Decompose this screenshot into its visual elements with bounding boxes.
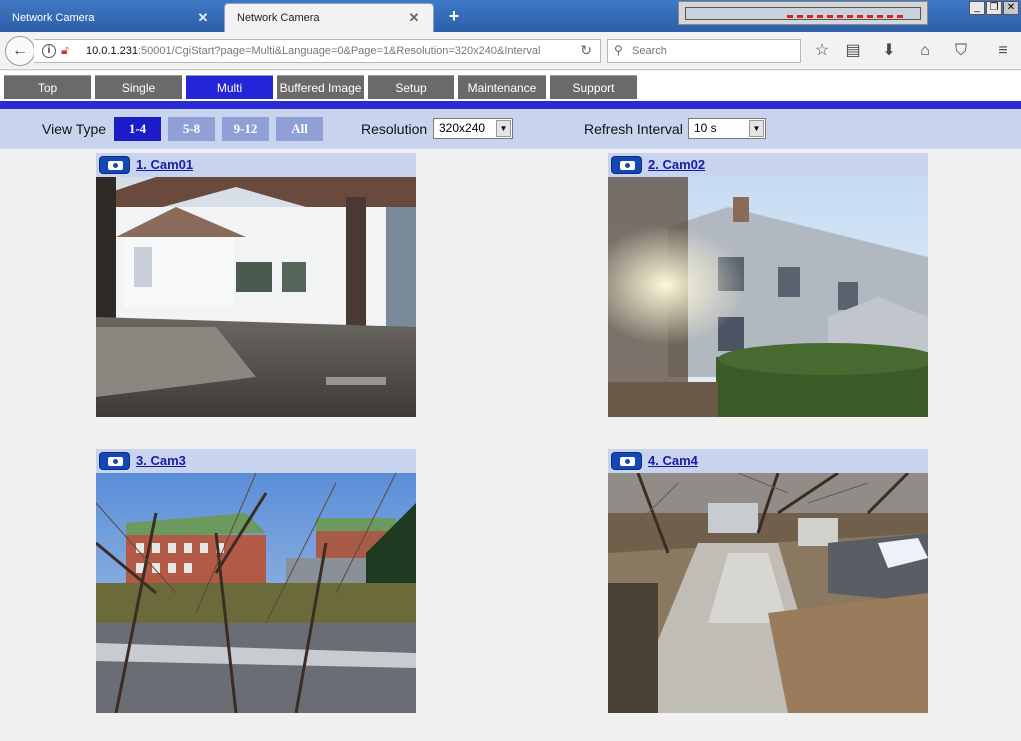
close-tab-icon[interactable]: ✕ <box>196 10 210 26</box>
camera-header: 1. Cam01 <box>96 153 416 177</box>
search-icon: ⚲ <box>614 43 623 57</box>
camera-header: 2. Cam02 <box>608 153 928 177</box>
url-host: 10.0.1.231 <box>86 45 138 57</box>
tab-setup[interactable]: Setup <box>368 75 454 99</box>
chevron-down-icon: ▼ <box>496 120 511 137</box>
tab-title: Network Camera <box>237 12 320 24</box>
close-tab-icon[interactable]: ✕ <box>407 10 421 26</box>
tab-single[interactable]: Single <box>95 75 182 99</box>
camera-icon[interactable] <box>611 156 642 174</box>
camera-link[interactable]: 4. Cam4 <box>648 453 698 468</box>
camera-feed-image[interactable] <box>96 177 416 417</box>
tab-maintenance[interactable]: Maintenance <box>458 75 546 99</box>
chevron-down-icon: ▼ <box>749 120 764 137</box>
view-type-9-12-button[interactable]: 9-12 <box>222 117 269 141</box>
overlay-field <box>685 7 921 20</box>
camera-panel-3: 3. Cam3 <box>96 449 416 713</box>
home-icon[interactable]: ⌂ <box>914 40 936 62</box>
camera-feed-image[interactable] <box>608 177 928 417</box>
resolution-value: 320x240 <box>439 121 486 135</box>
reload-icon[interactable]: ↻ <box>580 42 592 59</box>
resolution-select[interactable]: 320x240 ▼ <box>433 118 513 139</box>
url-text[interactable]: 10.0.1.231:50001/CgiStart?page=Multi&Lan… <box>86 45 566 57</box>
insecure-lock-icon[interactable]: 🔓︎ <box>61 43 69 58</box>
tab-multi[interactable]: Multi <box>186 75 273 99</box>
camera-panel-1: 1. Cam01 <box>96 153 416 417</box>
camera-feed-image[interactable] <box>96 473 416 713</box>
restore-icon[interactable]: ❐ <box>986 1 1002 15</box>
camera-header: 4. Cam4 <box>608 449 928 473</box>
camera-page: Top Single Multi Buffered Image Setup Ma… <box>0 71 1021 741</box>
library-icon[interactable]: ▤ <box>842 40 864 62</box>
refresh-interval-label: Refresh Interval <box>584 121 683 137</box>
main-menu: Top Single Multi Buffered Image Setup Ma… <box>0 71 1021 101</box>
camera-panel-2: 2. Cam02 <box>608 153 928 417</box>
menu-divider <box>0 101 1021 109</box>
search-bar[interactable]: ⚲ <box>607 39 801 63</box>
camera-panel-4: 4. Cam4 <box>608 449 928 713</box>
browser-tab[interactable]: Network Camera ✕ <box>0 3 222 32</box>
browser-tab-active[interactable]: Network Camera ✕ <box>224 3 434 32</box>
overlay-marks <box>787 15 907 18</box>
pocket-icon[interactable]: ⛉ <box>950 40 972 62</box>
new-tab-button[interactable]: + <box>444 6 464 26</box>
camera-icon[interactable] <box>99 156 130 174</box>
tab-title: Network Camera <box>12 11 95 24</box>
refresh-interval-select[interactable]: 10 s ▼ <box>688 118 766 139</box>
tab-top[interactable]: Top <box>4 75 91 99</box>
view-type-5-8-button[interactable]: 5-8 <box>168 117 215 141</box>
search-input[interactable] <box>632 43 792 59</box>
back-arrow-icon[interactable]: ← <box>5 36 35 66</box>
url-bar[interactable]: i 🔓︎ 10.0.1.231:50001/CgiStart?page=Mult… <box>34 39 601 63</box>
download-icon[interactable]: ⬇ <box>878 40 900 62</box>
hamburger-menu-icon[interactable]: ≡ <box>992 40 1014 62</box>
window-close-icon[interactable]: ✕ <box>1003 1 1019 15</box>
camera-link[interactable]: 2. Cam02 <box>648 157 705 172</box>
tab-buffered-image[interactable]: Buffered Image <box>277 75 364 99</box>
camera-icon[interactable] <box>99 452 130 470</box>
navigation-toolbar: ← i 🔓︎ 10.0.1.231:50001/CgiStart?page=Mu… <box>0 32 1021 70</box>
view-type-1-4-button[interactable]: 1-4 <box>114 117 161 141</box>
view-type-all-button[interactable]: All <box>276 117 323 141</box>
view-type-label: View Type <box>42 121 107 137</box>
browser-tab-strip: Network Camera ✕ Network Camera ✕ + _ ❐ … <box>0 0 1021 32</box>
info-icon[interactable]: i <box>42 44 56 58</box>
resolution-label: Resolution <box>361 121 428 137</box>
minimize-icon[interactable]: _ <box>969 1 985 15</box>
camera-icon[interactable] <box>611 452 642 470</box>
star-icon[interactable]: ☆ <box>811 40 833 62</box>
camera-link[interactable]: 1. Cam01 <box>136 157 193 172</box>
view-toolbar: View Type 1-4 5-8 9-12 All Resolution 32… <box>0 109 1021 149</box>
camera-link[interactable]: 3. Cam3 <box>136 453 186 468</box>
camera-header: 3. Cam3 <box>96 449 416 473</box>
tab-support[interactable]: Support <box>550 75 637 99</box>
camera-feed-image[interactable] <box>608 473 928 713</box>
refresh-interval-value: 10 s <box>694 121 717 135</box>
overlay-window <box>678 1 928 25</box>
url-path: :50001/CgiStart?page=Multi&Language=0&Pa… <box>138 45 541 57</box>
